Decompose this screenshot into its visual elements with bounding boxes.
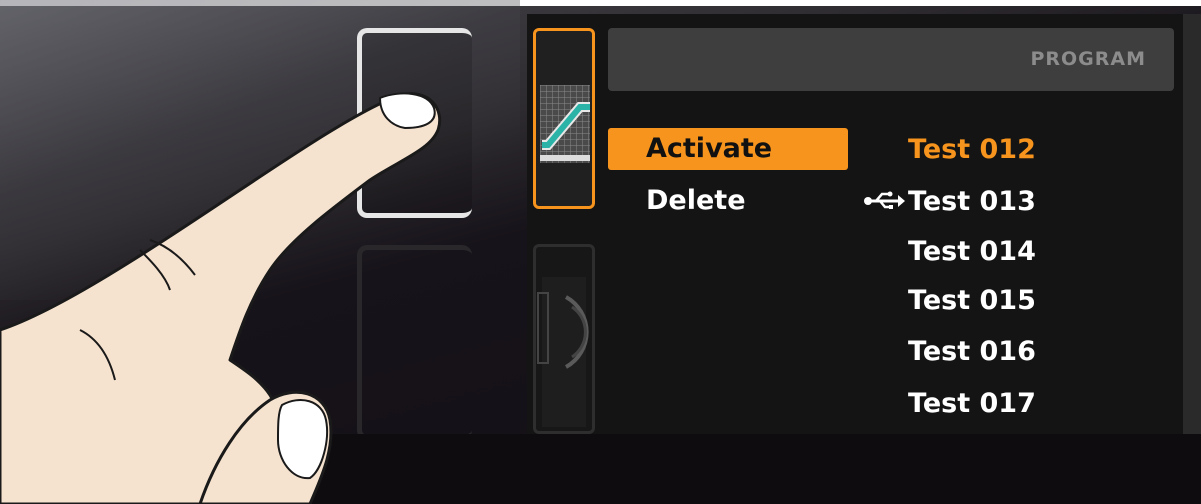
hardware-button-bottom[interactable] — [357, 245, 472, 440]
usb-icon — [864, 191, 905, 209]
program-list-item[interactable]: Test 012 — [908, 130, 1036, 170]
program-list-item[interactable]: Test 013 — [908, 182, 1036, 222]
page-title: PROGRAM — [1030, 48, 1146, 70]
program-list-item[interactable]: Test 015 — [908, 281, 1036, 321]
incline-ramp-icon — [540, 85, 590, 163]
arc-wheel-icon — [537, 277, 589, 427]
activate-menu-item[interactable]: Activate — [608, 128, 848, 170]
program-list-item[interactable]: Test 014 — [908, 232, 1036, 272]
program-list-item[interactable]: Test 017 — [908, 384, 1036, 424]
program-list-item[interactable]: Test 016 — [908, 332, 1036, 372]
program-header: PROGRAM — [608, 28, 1174, 91]
device-background: PROGRAM Activate Delete Test 012 Test 01… — [0, 0, 1201, 504]
delete-menu-item[interactable]: Delete — [608, 180, 848, 222]
screen-right-edge — [1183, 14, 1201, 434]
program-tile[interactable] — [533, 28, 595, 209]
secondary-tile[interactable] — [533, 244, 595, 434]
hardware-button-top[interactable] — [357, 28, 472, 218]
device-bezel-bottom — [0, 434, 1201, 504]
